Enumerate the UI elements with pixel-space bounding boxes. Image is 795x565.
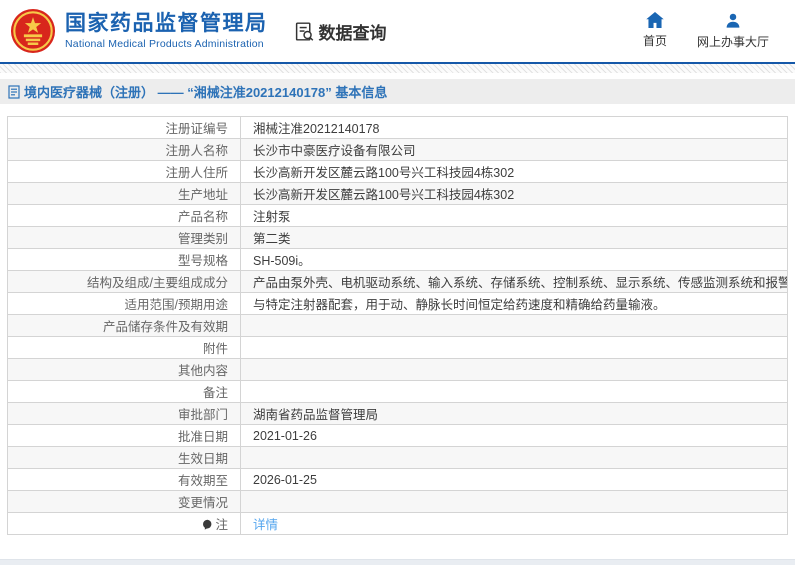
breadcrumb-text: 境内医疗器械（注册） —— “湘械注准20212140178” 基本信息 <box>24 85 388 100</box>
row-label: 有效期至 <box>7 468 241 491</box>
table-row: 审批部门 湖南省药品监督管理局 <box>7 402 788 425</box>
national-emblem-icon <box>10 8 56 54</box>
breadcrumb: 境内医疗器械（注册） —— “湘械注准20212140178” 基本信息 <box>8 82 387 101</box>
row-label: 生效日期 <box>7 446 241 469</box>
row-value: 长沙市中豪医疗设备有限公司 <box>240 138 788 161</box>
agency-title-block: 国家药品监督管理局 National Medical Products Admi… <box>65 12 268 50</box>
row-value <box>240 490 788 513</box>
table-row: 管理类别 第二类 <box>7 226 788 249</box>
header: 国家药品监督管理局 National Medical Products Admi… <box>0 0 795 62</box>
row-value: 湖南省药品监督管理局 <box>240 402 788 425</box>
row-label: 型号规格 <box>7 248 241 271</box>
header-nav: 首页 网上办事大厅 <box>643 12 769 50</box>
row-value: 湘械注准20212140178 <box>240 116 788 139</box>
data-query-label: 数据查询 <box>318 23 387 43</box>
row-value <box>240 358 788 381</box>
row-value <box>240 314 788 337</box>
table-row: 其他内容 <box>7 358 788 381</box>
hatch-strip <box>0 64 795 73</box>
table-row: 注详情 <box>7 512 788 535</box>
agency-name-cn: 国家药品监督管理局 <box>65 11 268 35</box>
row-value: 长沙高新开发区麓云路100号兴工科技园4栋302 <box>240 182 788 205</box>
row-label: 批准日期 <box>7 424 241 447</box>
agency-logo: 国家药品监督管理局 National Medical Products Admi… <box>10 8 268 54</box>
row-label: 生产地址 <box>7 182 241 205</box>
row-label: 其他内容 <box>7 358 241 381</box>
table-row: 注册人名称 长沙市中豪医疗设备有限公司 <box>7 138 788 161</box>
nav-item-label: 网上办事大厅 <box>696 35 769 49</box>
row-label: 注册人名称 <box>7 138 241 161</box>
table-row: 生效日期 <box>7 446 788 469</box>
row-value: 产品由泵外壳、电机驱动系统、输入系统、存储系统、控制系统、显示系统、传感监测系统… <box>240 270 788 293</box>
user-icon <box>726 13 740 28</box>
nav-item-home[interactable]: 首页 <box>643 12 667 50</box>
table-row: 变更情况 <box>7 490 788 513</box>
row-value: SH-509i。 <box>240 248 788 271</box>
nav-item-label: 首页 <box>642 34 667 48</box>
row-label: 注 <box>7 512 241 535</box>
row-value: 与特定注射器配套，用于动、静脉长时间恒定给药速度和精确给药量输液。 <box>240 292 788 315</box>
row-value: 注射泵 <box>240 204 788 227</box>
document-icon <box>8 84 20 99</box>
row-label: 注册证编号 <box>7 116 241 139</box>
footer-strip <box>0 559 795 565</box>
row-label: 附件 <box>7 336 241 359</box>
detail-link[interactable]: 详情 <box>253 518 278 532</box>
row-label: 产品储存条件及有效期 <box>7 314 241 337</box>
row-label: 备注 <box>7 380 241 403</box>
row-value: 第二类 <box>240 226 788 249</box>
table-row: 备注 <box>7 380 788 403</box>
table-row: 产品名称 注射泵 <box>7 204 788 227</box>
row-label: 结构及组成/主要组成成分 <box>7 270 241 293</box>
row-value <box>240 446 788 469</box>
row-value: 2026-01-25 <box>240 468 788 491</box>
row-label: 变更情况 <box>7 490 241 513</box>
doc-search-icon <box>295 21 313 41</box>
table-row: 结构及组成/主要组成成分 产品由泵外壳、电机驱动系统、输入系统、存储系统、控制系统… <box>7 270 788 293</box>
table-row: 附件 <box>7 336 788 359</box>
row-label: 注册人住所 <box>7 160 241 183</box>
row-label: 管理类别 <box>7 226 241 249</box>
spacer <box>0 104 795 116</box>
table-row: 适用范围/预期用途 与特定注射器配套，用于动、静脉长时间恒定给药速度和精确给药量输… <box>7 292 788 315</box>
table-row: 注册人住所 长沙高新开发区麓云路100号兴工科技园4栋302 <box>7 160 788 183</box>
nav-item-service-hall[interactable]: 网上办事大厅 <box>697 12 769 50</box>
row-label: 产品名称 <box>7 204 241 227</box>
table-row: 型号规格 SH-509i。 <box>7 248 788 271</box>
table-row: 产品储存条件及有效期 <box>7 314 788 337</box>
table-row: 批准日期 2021-01-26 <box>7 424 788 447</box>
table-row: 注册证编号 湘械注准20212140178 <box>7 116 788 139</box>
data-query-tab[interactable]: 数据查询 <box>294 19 387 44</box>
home-icon <box>646 12 664 28</box>
row-value: 2021-01-26 <box>240 424 788 447</box>
row-value <box>240 336 788 359</box>
breadcrumb-band: 境内医疗器械（注册） —— “湘械注准20212140178” 基本信息 <box>0 79 795 104</box>
row-value: 长沙高新开发区麓云路100号兴工科技园4栋302 <box>240 160 788 183</box>
table-row: 生产地址 长沙高新开发区麓云路100号兴工科技园4栋302 <box>7 182 788 205</box>
info-table-body: 注册证编号 湘械注准20212140178 注册人名称 长沙市中豪医疗设备有限公司 注册… <box>7 116 788 535</box>
row-value <box>240 380 788 403</box>
row-label: 适用范围/预期用途 <box>7 292 241 315</box>
note-icon <box>202 519 213 533</box>
registration-info-table: 注册证编号 湘械注准20212140178 注册人名称 长沙市中豪医疗设备有限公司 注册… <box>7 116 788 535</box>
row-label: 审批部门 <box>7 402 241 425</box>
page: 国家药品监督管理局 National Medical Products Admi… <box>0 0 795 565</box>
row-value: 详情 <box>240 512 788 535</box>
table-row: 有效期至 2026-01-25 <box>7 468 788 491</box>
agency-name-en: National Medical Products Administration <box>65 38 264 51</box>
